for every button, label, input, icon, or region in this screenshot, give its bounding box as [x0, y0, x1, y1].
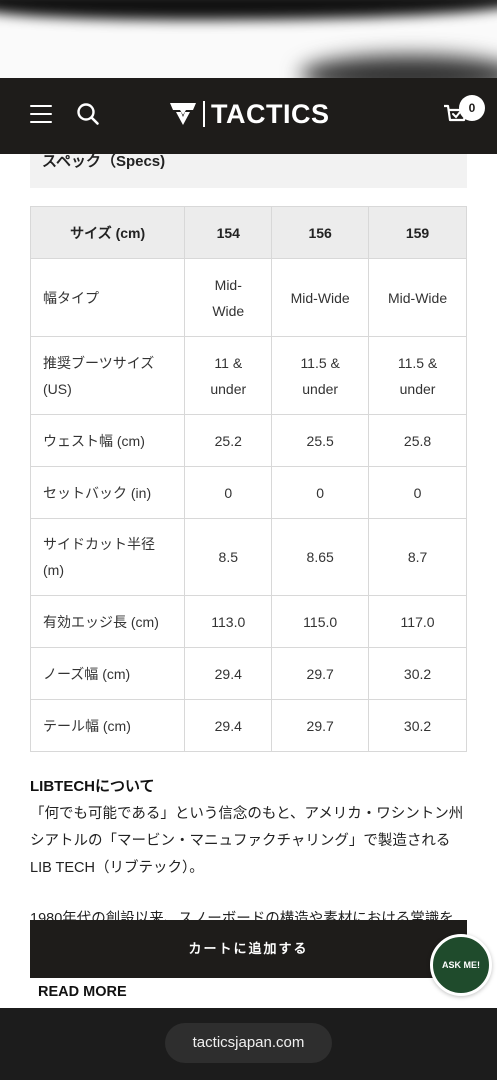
table-cell: 11.5 & under — [368, 336, 467, 415]
column-header: 154 — [184, 206, 273, 259]
read-more-link[interactable]: READ MORE — [38, 984, 127, 1000]
table-cell: 29.4 — [184, 647, 273, 700]
table-row: ノーズ幅 (cm) 29.4 29.7 30.2 — [29, 647, 467, 700]
table-cell: 25.2 — [184, 414, 273, 467]
table-row: ウェスト幅 (cm) 25.2 25.5 25.8 — [29, 414, 467, 467]
table-cell: 8.7 — [368, 518, 467, 596]
row-label: サイドカット半径 (m) — [29, 518, 186, 596]
cart-count-badge: 0 — [459, 95, 485, 121]
blurred-top-area — [0, 0, 497, 84]
about-heading: LIBTECHについて — [30, 778, 155, 795]
table-cell: 25.8 — [368, 414, 467, 467]
brand-name: TACTICS — [211, 98, 330, 129]
table-cell: 30.2 — [368, 699, 467, 752]
row-label: ウェスト幅 (cm) — [29, 414, 186, 467]
table-cell: 29.4 — [184, 699, 273, 752]
hamburger-menu-icon[interactable] — [30, 105, 52, 123]
row-label: 推奨ブーツサイズ (US) — [29, 336, 186, 415]
row-label: セットバック (in) — [29, 466, 186, 519]
table-cell: 117.0 — [368, 595, 467, 648]
table-cell: 0 — [184, 466, 273, 519]
column-header: サイズ (cm) — [29, 206, 186, 259]
about-paragraph-truncated: 1980年代の創設以来、スノーボードの構造や素材における常識を — [30, 911, 454, 920]
table-cell: 29.7 — [271, 647, 370, 700]
column-header: 159 — [368, 206, 467, 259]
about-paragraph: 「何でも可能である」という信念のもと、アメリカ・ワシントン州シアトルの「マービン… — [30, 806, 464, 876]
table-cell: Mid-Wide — [368, 258, 467, 337]
table-cell: 113.0 — [184, 595, 273, 648]
table-row: 推奨ブーツサイズ (US) 11 & under 11.5 & under 11… — [29, 336, 467, 415]
row-label: 有効エッジ長 (cm) — [29, 595, 186, 648]
table-cell: 8.65 — [271, 518, 370, 596]
column-header: 156 — [271, 206, 370, 259]
table-row: テール幅 (cm) 29.4 29.7 30.2 — [29, 699, 467, 752]
specs-header-row: サイズ (cm) 154 156 159 — [29, 206, 467, 259]
search-icon[interactable] — [76, 102, 100, 126]
site-logo[interactable]: TACTICS — [168, 98, 330, 130]
blur-smudge — [0, 0, 497, 20]
table-cell: 25.5 — [271, 414, 370, 467]
row-label: ノーズ幅 (cm) — [29, 647, 186, 700]
browser-bottom-bar: tacticsjapan.com — [0, 1008, 497, 1080]
specs-table: サイズ (cm) 154 156 159 幅タイプ Mid-Wide Mid-W… — [29, 206, 467, 752]
add-to-cart-button[interactable]: カートに追加する — [30, 920, 467, 978]
table-row: サイドカット半径 (m) 8.5 8.65 8.7 — [29, 518, 467, 596]
site-header: TACTICS — [0, 78, 497, 154]
table-cell: 0 — [271, 466, 370, 519]
tactics-logo-icon — [170, 103, 196, 125]
table-row: 有効エッジ長 (cm) 113.0 115.0 117.0 — [29, 595, 467, 648]
table-cell: Mid-Wide — [184, 258, 273, 337]
table-cell: 115.0 — [271, 595, 370, 648]
row-label: テール幅 (cm) — [29, 699, 186, 752]
table-cell: 0 — [368, 466, 467, 519]
table-row: 幅タイプ Mid-Wide Mid-Wide Mid-Wide — [29, 258, 467, 337]
row-label: 幅タイプ — [29, 258, 186, 337]
table-row: セットバック (in) 0 0 0 — [29, 466, 467, 519]
specs-heading: スペック（Specs) — [30, 154, 467, 188]
table-cell: 29.7 — [271, 699, 370, 752]
ask-me-chat-button[interactable]: ASK ME! — [430, 934, 492, 996]
url-bar[interactable]: tacticsjapan.com — [165, 1023, 332, 1063]
table-cell: 11 & under — [184, 336, 273, 415]
table-cell: 11.5 & under — [271, 336, 370, 415]
logo-separator — [203, 101, 205, 127]
table-cell: Mid-Wide — [271, 258, 370, 337]
table-cell: 8.5 — [184, 518, 273, 596]
table-cell: 30.2 — [368, 647, 467, 700]
